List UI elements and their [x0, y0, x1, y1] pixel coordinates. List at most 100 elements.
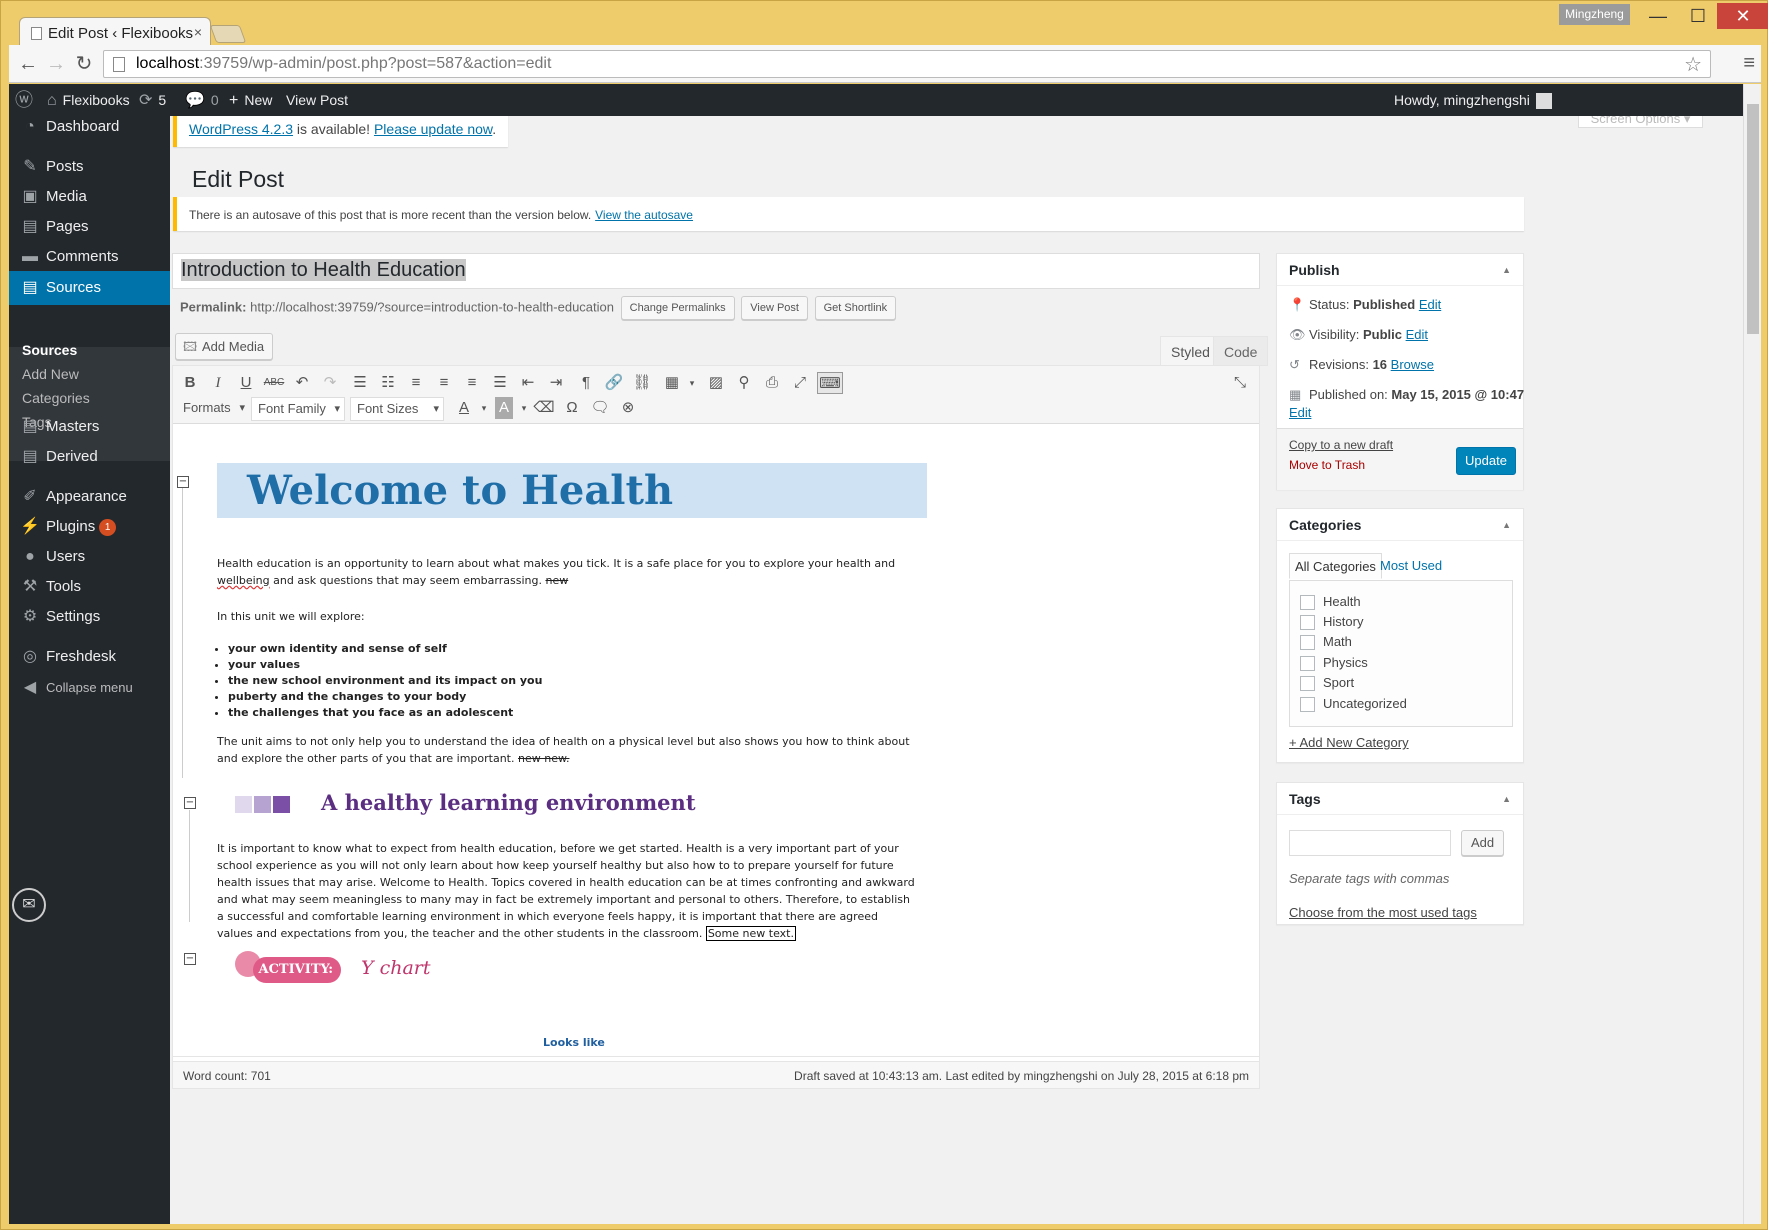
address-bar[interactable]: localhost:39759/wp-admin/post.php?post=5… — [103, 50, 1711, 78]
post-title-input[interactable]: Introduction to Health Education — [172, 253, 1260, 289]
toolbar-toggle-icon[interactable]: ⌨ — [817, 372, 843, 394]
minimize-button[interactable]: — — [1638, 3, 1678, 29]
align-center-icon[interactable]: ≡ — [431, 372, 457, 394]
change-permalinks-button[interactable]: Change Permalinks — [620, 296, 735, 320]
publish-box-header[interactable]: Publish ▲ — [1277, 254, 1523, 286]
category-item[interactable]: Physics — [1300, 655, 1368, 672]
back-icon[interactable]: ← — [15, 51, 41, 77]
copy-draft-link[interactable]: Copy to a new draft — [1289, 438, 1393, 452]
collapse-arrow-icon[interactable]: ▲ — [1502, 254, 1511, 286]
browse-revisions-link[interactable]: Browse — [1391, 357, 1434, 372]
menu-posts[interactable]: ✎ Posts — [9, 150, 170, 184]
editor-document[interactable]: − Welcome to Health Health education is … — [173, 424, 1259, 1056]
bullet-list-icon[interactable]: ☰ — [347, 372, 373, 394]
collapse-arrow-icon[interactable]: ▲ — [1502, 509, 1511, 541]
bookmark-star-icon[interactable]: ☆ — [1684, 52, 1702, 77]
clear-formatting-icon[interactable]: ⌫ — [531, 397, 557, 419]
browser-tab[interactable]: Edit Post ‹ Flexibooks × — [19, 17, 211, 45]
edit-status-link[interactable]: Edit — [1419, 297, 1441, 312]
image-icon[interactable]: ▨ — [703, 372, 729, 394]
comment-icon[interactable]: 🗨 — [587, 397, 613, 419]
browser-menu-icon[interactable]: ≡ — [1743, 52, 1755, 75]
account-link[interactable]: Howdy, mingzhengshi — [1394, 84, 1552, 116]
menu-freshdesk[interactable]: ◎ Freshdesk — [9, 640, 170, 674]
chevron-down-icon[interactable]: ▾ — [471, 397, 497, 419]
special-character-icon[interactable]: Ω — [559, 397, 585, 419]
category-item[interactable]: Uncategorized — [1300, 696, 1407, 713]
close-window-button[interactable]: ✕ — [1717, 3, 1768, 29]
menu-appearance[interactable]: ✐ Appearance — [9, 480, 170, 514]
menu-plugins[interactable]: ⚡ Plugins 1 — [9, 510, 170, 544]
categories-box-header[interactable]: Categories ▲ — [1277, 509, 1523, 541]
distraction-free-icon[interactable]: ⤡ — [1227, 372, 1253, 394]
italic-icon[interactable]: I — [205, 372, 231, 394]
checkbox[interactable] — [1300, 656, 1315, 672]
update-now-link[interactable]: Please update now — [374, 121, 492, 137]
paragraph-icon[interactable]: ¶ — [573, 372, 599, 394]
reload-icon[interactable]: ↻ — [71, 51, 97, 77]
edit-visibility-link[interactable]: Edit — [1406, 327, 1428, 342]
collapse-arrow-icon[interactable]: ▲ — [1502, 783, 1511, 815]
menu-sources[interactable]: ▤ Sources — [9, 271, 170, 305]
unlink-icon[interactable]: ⛓ — [629, 372, 655, 394]
fullscreen-icon[interactable]: ⤢ — [787, 372, 813, 394]
menu-users[interactable]: ● Users — [9, 540, 170, 574]
tab-all-categories[interactable]: All Categories — [1289, 553, 1382, 579]
undo-icon[interactable]: ↶ — [289, 372, 315, 394]
add-media-button[interactable]: 🖾 Add Media — [175, 333, 274, 360]
bold-icon[interactable]: B — [177, 372, 203, 394]
add-tag-button[interactable]: Add — [1461, 830, 1505, 856]
page-scrollbar[interactable] — [1743, 84, 1761, 1224]
redo-icon[interactable]: ↷ — [317, 372, 343, 394]
menu-derived[interactable]: ▤ Derived — [9, 440, 170, 474]
choose-tags-link[interactable]: Choose from the most used tags — [1289, 905, 1477, 920]
menu-media[interactable]: ▣ Media — [9, 180, 170, 214]
tab-close-icon[interactable]: × — [194, 24, 202, 40]
print-icon[interactable]: ⎙ — [759, 372, 785, 394]
submenu-sources[interactable]: Sources — [22, 342, 77, 358]
comments-link[interactable]: 💬 0 — [185, 84, 219, 116]
tags-box-header[interactable]: Tags ▲ — [1277, 783, 1523, 815]
checkbox[interactable] — [1300, 697, 1315, 713]
view-post-link[interactable]: View Post — [286, 84, 348, 116]
screen-options-button[interactable]: Screen Options ▾ — [1578, 116, 1703, 128]
category-item[interactable]: Math — [1300, 634, 1352, 651]
menu-tools[interactable]: ⚒ Tools — [9, 570, 170, 604]
menu-comments[interactable]: ▬ Comments — [9, 240, 170, 274]
align-left-icon[interactable]: ≡ — [403, 372, 429, 394]
checkbox[interactable] — [1300, 635, 1315, 651]
tab-most-used[interactable]: Most Used — [1375, 553, 1447, 579]
strikethrough-icon[interactable]: ABC — [261, 372, 287, 394]
new-tab-button[interactable] — [209, 25, 247, 43]
forward-icon[interactable]: → — [43, 51, 69, 77]
get-shortlink-button[interactable]: Get Shortlink — [814, 296, 897, 320]
edit-date-link[interactable]: Edit — [1289, 405, 1311, 420]
numbered-list-icon[interactable]: ☷ — [375, 372, 401, 394]
submenu-add-new[interactable]: Add New — [22, 366, 79, 382]
tab-code[interactable]: Code — [1213, 336, 1269, 366]
move-to-trash-link[interactable]: Move to Trash — [1289, 458, 1365, 472]
formats-dropdown[interactable]: Formats — [177, 397, 249, 421]
view-post-button[interactable]: View Post — [741, 296, 808, 320]
add-new-category-link[interactable]: + Add New Category — [1289, 735, 1409, 750]
link-icon[interactable]: 🔗 — [601, 372, 627, 394]
view-autosave-link[interactable]: View the autosave — [595, 208, 693, 222]
menu-settings[interactable]: ⚙ Settings — [9, 600, 170, 634]
menu-dashboard[interactable]: ◔ Dashboard — [9, 110, 170, 144]
category-item[interactable]: Health — [1300, 594, 1361, 611]
collapse-menu[interactable]: ◀ Collapse menu — [9, 671, 170, 705]
collapse-section-icon[interactable]: − — [184, 797, 196, 809]
tag-input[interactable] — [1289, 830, 1451, 856]
align-right-icon[interactable]: ≡ — [459, 372, 485, 394]
checkbox[interactable] — [1300, 676, 1315, 692]
font-family-dropdown[interactable]: Font Family — [251, 397, 345, 421]
profile-badge[interactable]: Mingzheng — [1559, 4, 1630, 25]
underline-icon[interactable]: U — [233, 372, 259, 394]
mail-icon[interactable]: ✉ — [12, 888, 46, 922]
menu-pages[interactable]: ▤ Pages — [9, 210, 170, 244]
find-icon[interactable]: ⚲ — [731, 372, 757, 394]
remove-icon[interactable]: ⊗ — [615, 397, 641, 419]
justify-icon[interactable]: ☰ — [487, 372, 513, 394]
category-item[interactable]: Sport — [1300, 675, 1354, 692]
font-sizes-dropdown[interactable]: Font Sizes — [350, 397, 444, 421]
